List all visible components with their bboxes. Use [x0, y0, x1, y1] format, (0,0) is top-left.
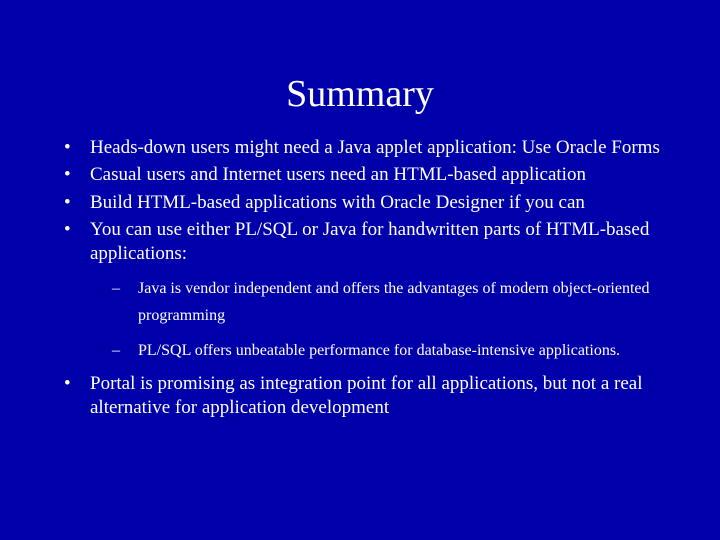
sub-bullet-list: Java is vendor independent and offers th…: [108, 275, 680, 365]
bullet-item: Portal is promising as integration point…: [58, 372, 680, 421]
slide: Summary Heads-down users might need a Ja…: [0, 0, 720, 540]
bullet-item: You can use either PL/SQL or Java for ha…: [58, 218, 680, 364]
sub-bullet-item: PL/SQL offers unbeatable performance for…: [108, 337, 680, 364]
slide-content: Heads-down users might need a Java apple…: [0, 136, 720, 421]
bullet-item: Heads-down users might need a Java apple…: [58, 136, 680, 160]
bullet-list: Heads-down users might need a Java apple…: [58, 136, 680, 421]
bullet-text: You can use either PL/SQL or Java for ha…: [90, 219, 649, 264]
bullet-item: Build HTML-based applications with Oracl…: [58, 191, 680, 215]
bullet-item: Casual users and Internet users need an …: [58, 163, 680, 187]
sub-bullet-item: Java is vendor independent and offers th…: [108, 275, 680, 329]
slide-title: Summary: [0, 0, 720, 136]
